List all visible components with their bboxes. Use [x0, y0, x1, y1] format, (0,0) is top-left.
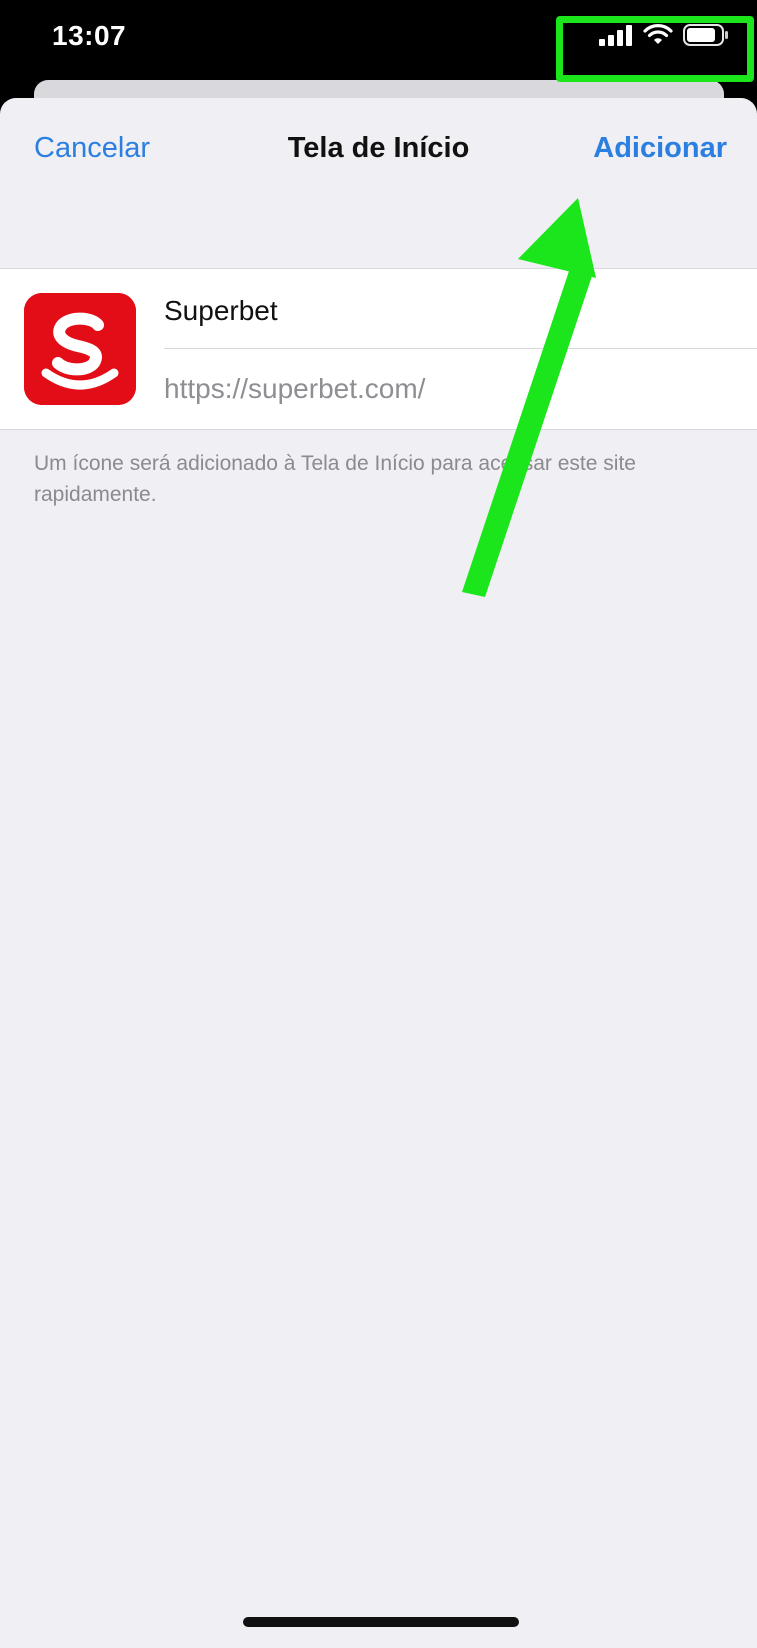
battery-icon [683, 24, 728, 46]
superbet-app-icon [24, 293, 136, 405]
add-to-home-sheet: Cancelar Tela de Início Adicionar Superb… [0, 98, 757, 1648]
wifi-icon [643, 24, 673, 44]
cellular-signal-icon [599, 25, 632, 46]
status-time: 13:07 [52, 20, 127, 51]
superbet-logo-icon [24, 293, 136, 405]
add-button[interactable]: Adicionar [593, 132, 727, 165]
shortcut-form: Superbet https://superbet.com/ [0, 268, 757, 430]
status-icons [599, 24, 729, 46]
status-bar: 13:07 [0, 0, 757, 80]
footnote-text: Um ícone será adicionado à Tela de Iníci… [34, 452, 636, 506]
cancel-button[interactable]: Cancelar [34, 132, 150, 165]
home-indicator [243, 1617, 519, 1627]
phone-screen: 13:07 Cancelar Tela de Início Adicionar … [0, 0, 757, 1648]
sheet-nav-bar: Cancelar Tela de Início Adicionar [0, 98, 757, 206]
shortcut-url-field: https://superbet.com/ [164, 373, 426, 404]
shortcut-name-field[interactable]: Superbet [164, 269, 757, 349]
